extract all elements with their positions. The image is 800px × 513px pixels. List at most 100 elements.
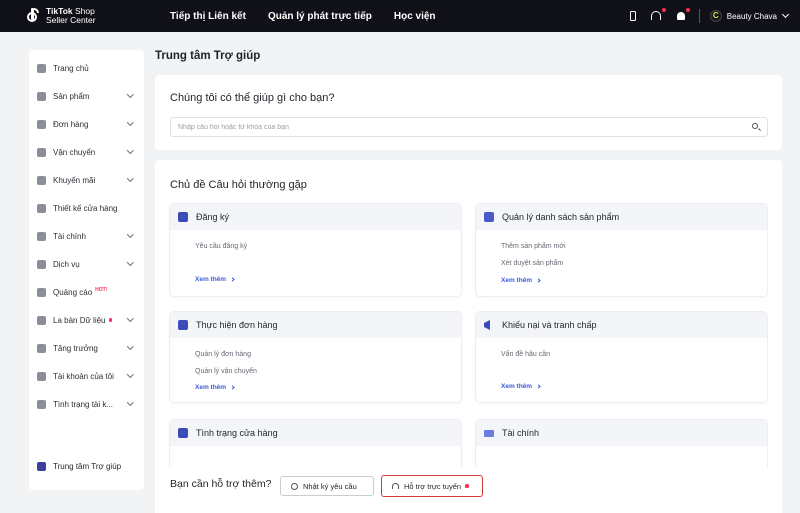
- sidebar-item-label: Trung tâm Trợ giúp: [53, 461, 122, 471]
- chevron-down-icon: [126, 315, 133, 322]
- request-log-button[interactable]: Nhật ký yêu cầu: [280, 476, 374, 496]
- search-card: Chúng tôi có thể giúp gì cho bạn?: [155, 75, 782, 150]
- sidebar-item-shipping[interactable]: Vận chuyển: [29, 142, 144, 162]
- notification-dot: [108, 318, 112, 322]
- sidebar-item-growth[interactable]: Tăng trưởng: [29, 338, 144, 358]
- nav-affiliate-marketing[interactable]: Tiếp thị Liên kết: [170, 11, 246, 22]
- sidebar-item-finance[interactable]: Tài chính: [29, 226, 144, 246]
- sidebar-item-label: Tài khoản của tôi: [53, 371, 114, 381]
- topic-card-registration: Đăng ký Yêu cầu đăng ký Xem thêm: [170, 204, 461, 296]
- hot-badge: HOT!: [95, 287, 108, 293]
- topic-link[interactable]: Yêu cầu đăng ký: [195, 243, 247, 250]
- chevron-down-icon: [126, 371, 133, 378]
- sidebar-item-ads[interactable]: Quảng cáo HOT!: [29, 282, 144, 302]
- store-design-icon: [37, 203, 46, 213]
- chevron-right-icon: [536, 278, 541, 283]
- chevron-down-icon[interactable]: [781, 10, 790, 19]
- topic-title[interactable]: Khiếu nại và tranh chấp: [502, 320, 597, 330]
- sidebar-item-label: Quảng cáo: [53, 287, 93, 297]
- alert-icon: [178, 428, 188, 438]
- credit-card-icon: [484, 429, 494, 437]
- ads-icon: [37, 287, 46, 297]
- chevron-down-icon: [126, 91, 133, 98]
- account-icon: [37, 371, 46, 381]
- search-input[interactable]: [178, 123, 738, 131]
- live-support-label: Hỗ trợ trực tuyến: [404, 481, 462, 491]
- page-title: Trung tâm Trợ giúp: [155, 50, 261, 62]
- sidebar-item-products[interactable]: Sản phẩm: [29, 86, 144, 106]
- chevron-down-icon: [126, 231, 133, 238]
- topic-link[interactable]: Thêm sản phẩm mới: [501, 243, 566, 250]
- order-icon: [37, 119, 46, 129]
- sidebar-item-orders[interactable]: Đơn hàng: [29, 114, 144, 134]
- topic-card-order-fulfillment: Thực hiện đơn hàng Quản lý đơn hàng Quản…: [170, 312, 461, 402]
- topic-title[interactable]: Đăng ký: [196, 212, 229, 222]
- truck-icon: [37, 147, 46, 157]
- sidebar-item-account-status[interactable]: Tình trạng tài k...: [29, 394, 144, 414]
- product-icon: [37, 91, 46, 101]
- topic-title[interactable]: Quản lý danh sách sản phẩm: [502, 212, 619, 222]
- username[interactable]: Beauty Chava: [727, 12, 777, 21]
- sidebar-item-label: Sản phẩm: [53, 91, 90, 101]
- sidebar-item-label: Tình trạng tài k...: [53, 399, 114, 409]
- chevron-right-icon: [230, 385, 235, 390]
- topic-link[interactable]: Quản lý đơn hàng: [195, 351, 251, 358]
- status-icon: [37, 399, 46, 409]
- megaphone-icon: [37, 175, 46, 185]
- headset-icon[interactable]: [650, 8, 666, 22]
- topic-link[interactable]: Quản lý vận chuyển: [195, 368, 257, 375]
- compass-icon: [37, 315, 46, 325]
- sidebar-item-label: Tăng trưởng: [53, 343, 98, 353]
- topic-title[interactable]: Tài chính: [502, 428, 539, 438]
- topic-title[interactable]: Tình trạng cửa hàng: [196, 428, 278, 438]
- logo-line2: Seller Center: [46, 15, 96, 25]
- top-bar: TikTok Shop Seller Center Tiếp thị Liên …: [0, 0, 800, 32]
- topic-title[interactable]: Thực hiện đơn hàng: [196, 320, 277, 330]
- sidebar-item-label: Dịch vụ: [53, 259, 80, 269]
- topic-card-complaints: Khiếu nại và tranh chấp Vấn đề hậu cần X…: [476, 312, 767, 402]
- search-icon[interactable]: [752, 123, 758, 129]
- finance-icon: [37, 231, 46, 241]
- megaphone-icon: [484, 320, 490, 330]
- sidebar-item-my-account[interactable]: Tài khoản của tôi: [29, 366, 144, 386]
- nav-academy[interactable]: Học viện: [394, 11, 436, 22]
- sidebar-item-home[interactable]: Trang chủ: [29, 58, 144, 78]
- chevron-right-icon: [230, 277, 235, 282]
- see-more-link[interactable]: Xem thêm: [501, 383, 541, 390]
- tiktok-logo-icon: [27, 8, 42, 24]
- chevron-right-icon: [536, 384, 541, 389]
- topic-link[interactable]: Vấn đề hậu cần: [501, 351, 550, 358]
- sidebar-item-help-center[interactable]: Trung tâm Trợ giúp: [29, 456, 144, 476]
- divider: [698, 9, 700, 23]
- sidebar-item-label: Khuyến mãi: [53, 175, 96, 185]
- chevron-down-icon: [126, 147, 133, 154]
- sidebar-item-services[interactable]: Dịch vụ: [29, 254, 144, 274]
- topic-card-product-listing: Quản lý danh sách sản phẩm Thêm sản phẩm…: [476, 204, 767, 296]
- history-icon: [291, 482, 298, 490]
- see-more-link[interactable]: Xem thêm: [195, 384, 235, 391]
- sidebar: Trang chủ Sản phẩm Đơn hàng Vận chuyển K…: [29, 50, 144, 490]
- home-icon: [37, 63, 46, 73]
- growth-icon: [37, 343, 46, 353]
- chevron-down-icon: [126, 343, 133, 350]
- live-support-button[interactable]: Hỗ trợ trực tuyến: [381, 475, 483, 497]
- chevron-down-icon: [126, 259, 133, 266]
- phone-icon[interactable]: [627, 10, 639, 22]
- avatar[interactable]: C: [709, 10, 722, 22]
- sidebar-item-promotions[interactable]: Khuyến mãi: [29, 170, 144, 190]
- see-more-link[interactable]: Xem thêm: [195, 276, 235, 283]
- bell-icon[interactable]: [675, 8, 690, 22]
- sidebar-item-label: Trang chủ: [53, 63, 89, 73]
- search-heading: Chúng tôi có thể giúp gì cho bạn?: [170, 92, 335, 104]
- chevron-down-icon: [126, 119, 133, 126]
- see-more-link[interactable]: Xem thêm: [501, 277, 541, 284]
- sidebar-item-store-design[interactable]: Thiết kế cửa hàng: [29, 198, 144, 218]
- nav-livestream-management[interactable]: Quản lý phát trực tiếp: [268, 11, 372, 22]
- tiktok-shop-logo[interactable]: TikTok Shop Seller Center: [27, 7, 148, 25]
- sidebar-item-data-compass[interactable]: La bàn Dữ liệu: [29, 310, 144, 330]
- topic-link[interactable]: Xét duyệt sản phẩm: [501, 260, 563, 267]
- faq-card: Chủ đề Câu hỏi thường gặp Đăng ký Yêu cầ…: [155, 160, 782, 513]
- store-icon: [484, 212, 494, 222]
- help-bar: Bạn cần hỗ trợ thêm? Nhật ký yêu cầu Hỗ …: [155, 467, 782, 513]
- notification-dot: [465, 484, 469, 488]
